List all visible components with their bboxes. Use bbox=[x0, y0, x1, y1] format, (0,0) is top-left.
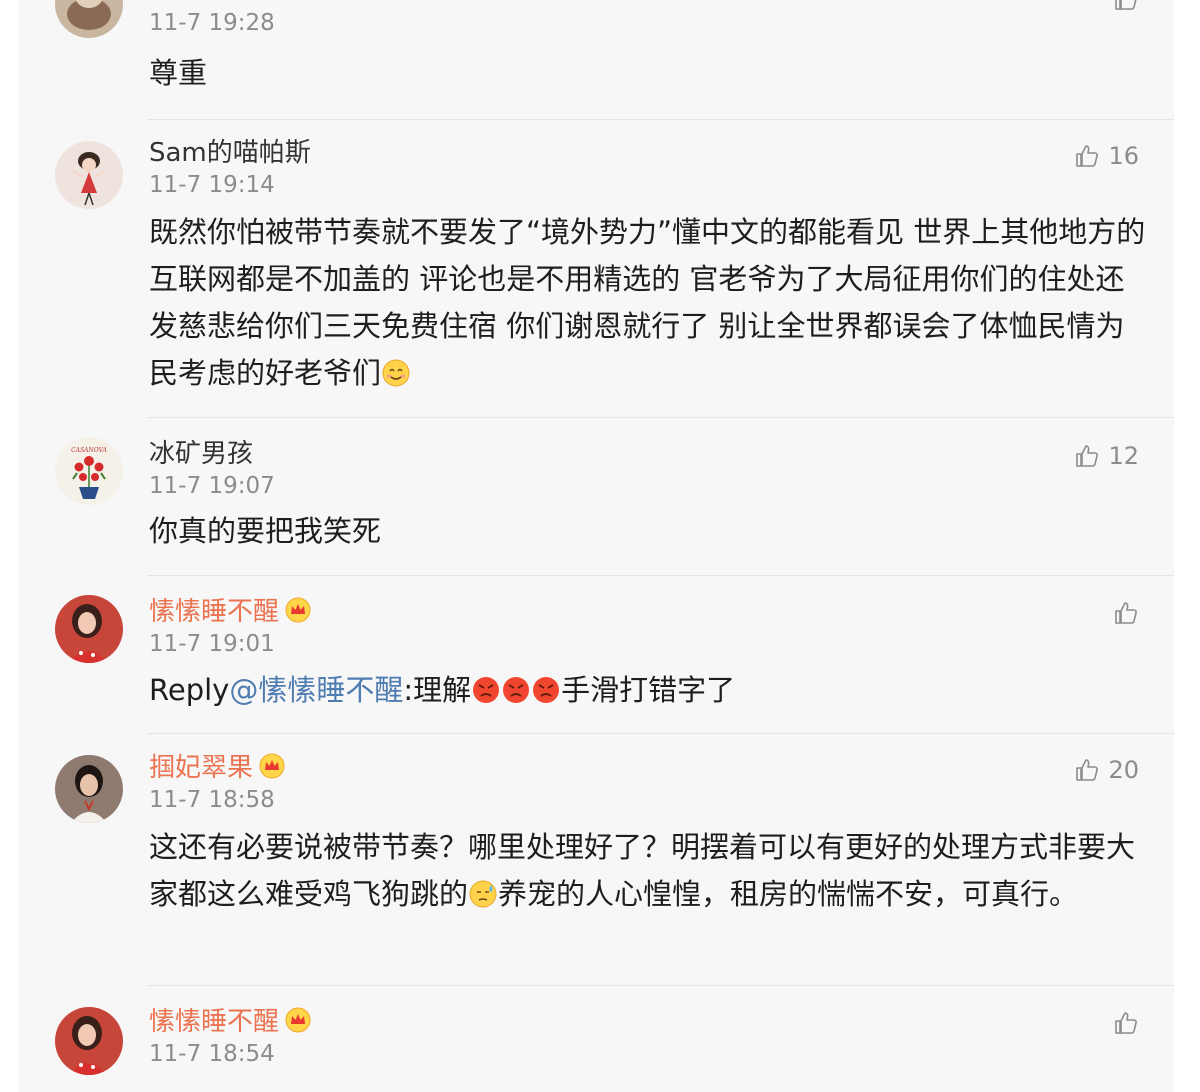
comment-item: Sam的喵帕斯 11-7 19:14 既然你怕被带节奏就不要发了“境外势力”懂中… bbox=[18, 120, 1174, 418]
comment-text: 既然你怕被带节奏就不要发了“境外势力”懂中文的都能看见 世界上其他地方的互联网都… bbox=[149, 209, 1149, 397]
comment-item: 11-7 19:28 尊重 bbox=[18, 0, 1174, 120]
like-count: 12 bbox=[1108, 442, 1139, 470]
user-avatar-icon bbox=[55, 0, 123, 38]
svg-text:CASANOVA: CASANOVA bbox=[71, 447, 107, 454]
user-avatar[interactable]: CASANOVA bbox=[55, 437, 123, 505]
user-avatar[interactable] bbox=[55, 1007, 123, 1075]
thumbs-up-icon bbox=[1115, 602, 1137, 624]
username[interactable]: 愫愫睡不醒 bbox=[149, 591, 311, 628]
cartoon-girl-avatar-icon bbox=[55, 141, 123, 209]
comment-text-content: 既然你怕被带节奏就不要发了“境外势力”懂中文的都能看见 世界上其他地方的互联网都… bbox=[149, 215, 1146, 390]
comment-time: 11-7 19:07 bbox=[149, 473, 275, 499]
smile-emoji-icon bbox=[382, 359, 410, 387]
user-avatar[interactable] bbox=[55, 141, 123, 209]
comment-time: 11-7 19:28 bbox=[149, 10, 275, 36]
comment-item: CASANOVA 冰矿男孩 11-7 19:07 你真的要把我笑死 12 bbox=[18, 418, 1174, 576]
comment-time: 11-7 19:01 bbox=[149, 631, 275, 657]
like-count: 20 bbox=[1108, 756, 1139, 784]
angry-emoji-icon bbox=[533, 677, 560, 703]
thumbs-up-icon bbox=[1076, 759, 1099, 781]
woman-avatar-icon bbox=[55, 755, 123, 823]
comment-item: 愫愫睡不醒 11-7 18:54 bbox=[18, 986, 1174, 1092]
vip-crown-icon bbox=[285, 597, 311, 623]
comment-text-content-2: 养宠的人心惶惶，租房的惴惴不安，可真行。 bbox=[498, 877, 1079, 911]
username[interactable]: 掴妃翠果 bbox=[149, 747, 285, 784]
comment-time: 11-7 19:14 bbox=[149, 172, 275, 198]
like-button[interactable] bbox=[1113, 0, 1139, 12]
username-text: 愫愫睡不醒 bbox=[149, 1007, 280, 1037]
woman-avatar-icon bbox=[55, 595, 123, 663]
username[interactable]: 冰矿男孩 bbox=[149, 433, 253, 470]
thumbs-up-icon bbox=[1115, 0, 1137, 10]
comment-text: 你真的要把我笑死 bbox=[149, 514, 382, 548]
comment-item: 掴妃翠果 11-7 18:58 这还有必要说被带节奏？哪里处理好了？明摆着可以有… bbox=[18, 734, 1174, 986]
angry-emoji-icon bbox=[473, 677, 500, 703]
sweat-emoji-icon bbox=[469, 880, 497, 908]
flower-pot-avatar-icon: CASANOVA bbox=[55, 437, 123, 505]
username[interactable]: Sam的喵帕斯 bbox=[149, 132, 311, 169]
user-avatar[interactable] bbox=[55, 595, 123, 663]
username[interactable]: 愫愫睡不醒 bbox=[149, 1001, 311, 1038]
reply-prefix: Reply bbox=[149, 673, 230, 707]
like-button[interactable]: 12 bbox=[1074, 442, 1139, 470]
vip-crown-icon bbox=[285, 1007, 311, 1033]
comment-list: 11-7 19:28 尊重 Sam的喵帕斯 11-7 19:14 既然你怕被带节… bbox=[18, 0, 1174, 1092]
like-button[interactable] bbox=[1113, 1010, 1139, 1036]
like-button[interactable]: 16 bbox=[1074, 142, 1139, 170]
comment-text: Reply@愫愫睡不醒:理解 手滑打错字了 bbox=[149, 667, 1149, 714]
like-button[interactable] bbox=[1113, 600, 1139, 626]
thumbs-up-icon bbox=[1076, 145, 1099, 167]
username-text: 愫愫睡不醒 bbox=[149, 597, 280, 627]
comment-text-end: 手滑打错字了 bbox=[561, 673, 736, 707]
angry-emoji-icon bbox=[503, 677, 530, 703]
comment-item: 愫愫睡不醒 11-7 19:01 Reply@愫愫睡不醒:理解 手滑打错字了 bbox=[18, 576, 1174, 734]
like-button[interactable]: 20 bbox=[1074, 756, 1139, 784]
like-count: 16 bbox=[1108, 142, 1139, 170]
comment-time: 11-7 18:58 bbox=[149, 787, 275, 813]
comment-text-content: :理解 bbox=[403, 673, 472, 707]
user-avatar[interactable] bbox=[55, 0, 123, 38]
vip-crown-icon bbox=[259, 753, 285, 779]
user-avatar[interactable] bbox=[55, 755, 123, 823]
thumbs-up-icon bbox=[1076, 445, 1099, 467]
mention-link[interactable]: @愫愫睡不醒 bbox=[229, 673, 403, 707]
woman-avatar-icon bbox=[55, 1007, 123, 1075]
comment-time: 11-7 18:54 bbox=[149, 1041, 275, 1067]
thumbs-up-icon bbox=[1115, 1012, 1137, 1034]
comment-text: 尊重 bbox=[149, 56, 208, 90]
username-text: 掴妃翠果 bbox=[149, 753, 254, 783]
comment-text: 这还有必要说被带节奏？哪里处理好了？明摆着可以有更好的处理方式非要大家都这么难受… bbox=[149, 824, 1149, 918]
